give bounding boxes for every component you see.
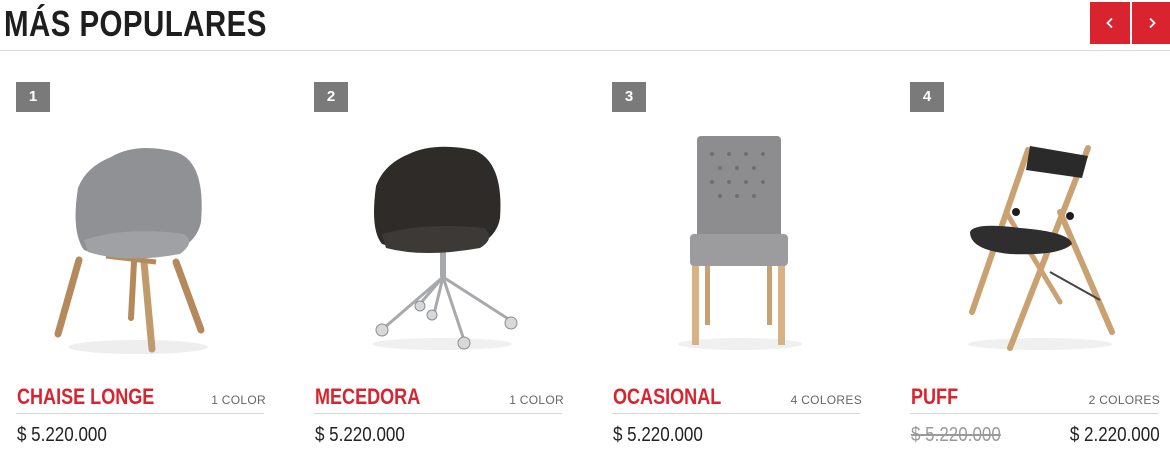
- color-count: 1 COLOR: [211, 393, 266, 407]
- carousel-prev-button[interactable]: [1090, 2, 1130, 44]
- original-price: $ 5.220.000: [911, 424, 1001, 446]
- product-image[interactable]: [314, 122, 564, 362]
- product-image[interactable]: [910, 122, 1160, 362]
- rank-badge: 1: [16, 82, 50, 112]
- color-count: 1 COLOR: [509, 393, 564, 407]
- product-name[interactable]: MECEDORA: [315, 382, 420, 412]
- rank-badge: 4: [910, 82, 944, 112]
- product-name[interactable]: PUFF: [911, 382, 958, 412]
- product-card[interactable]: 3 OCASIONAL 4 COLORES $ 5.220.000: [612, 82, 862, 454]
- product-image[interactable]: [612, 122, 862, 362]
- section-title: MÁS POPULARES: [4, 3, 267, 44]
- rank-badge: 2: [314, 82, 348, 112]
- sale-price: $ 2.220.000: [1070, 424, 1160, 446]
- rank-badge: 3: [612, 82, 646, 112]
- divider: [910, 413, 1158, 414]
- carousel-next-button[interactable]: [1132, 2, 1170, 44]
- product-price: $ 5.220.000: [315, 424, 405, 446]
- section-header: MÁS POPULARES: [0, 0, 1170, 51]
- product-card[interactable]: 2 MECEDORA 1 COLOR $ 5.220.000: [314, 82, 564, 454]
- product-name[interactable]: OCASIONAL: [613, 382, 721, 412]
- product-name[interactable]: CHAISE LONGE: [17, 382, 154, 412]
- color-count: 4 COLORES: [790, 393, 862, 407]
- product-price: $ 5.220.000: [17, 424, 107, 446]
- divider: [16, 413, 264, 414]
- product-price: $ 5.220.000: [613, 424, 703, 446]
- chevron-right-icon: [1149, 17, 1156, 29]
- product-image[interactable]: [16, 122, 266, 362]
- color-count: 2 COLORES: [1088, 393, 1160, 407]
- product-card[interactable]: 4 PUFF 2 COLORES $ 5.220.000 $ 2.220.000: [910, 82, 1160, 454]
- divider: [314, 413, 562, 414]
- product-card[interactable]: 1 CHAISE LONGE 1 COLOR $ 5.220.000: [16, 82, 266, 454]
- chevron-left-icon: [1106, 17, 1113, 29]
- divider: [612, 413, 860, 414]
